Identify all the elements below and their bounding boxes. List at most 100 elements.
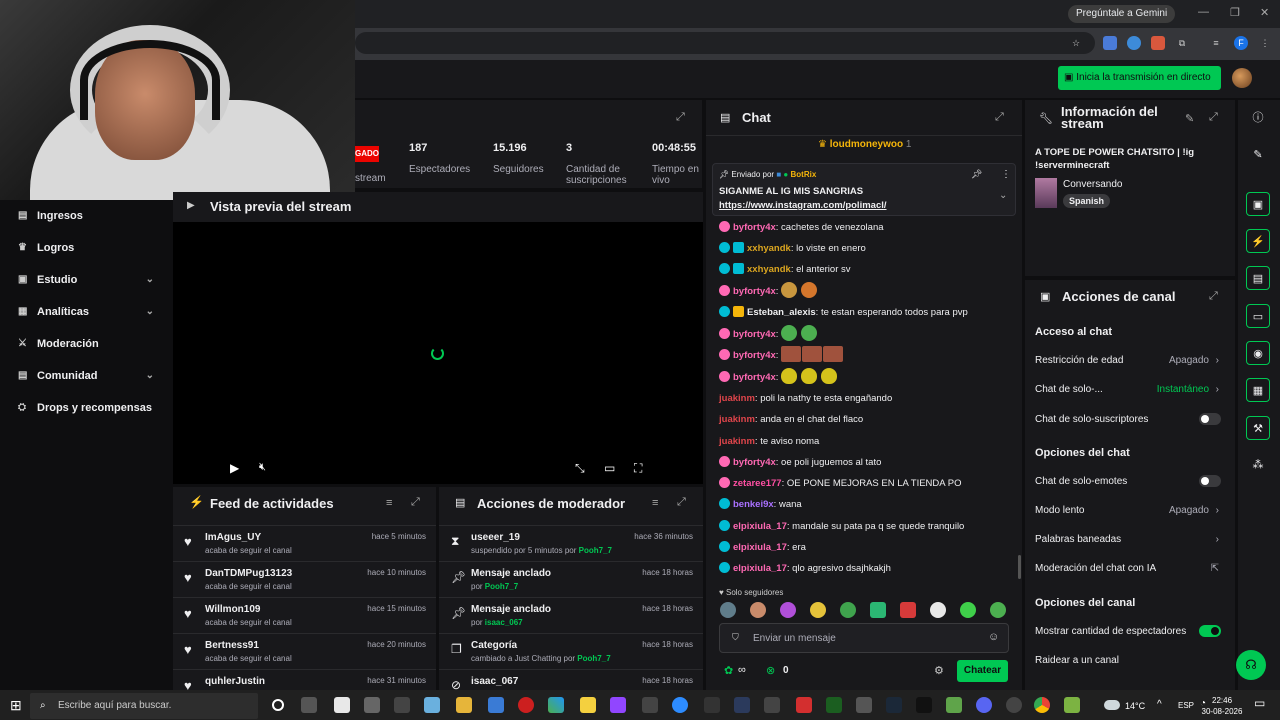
url-bar[interactable]: [355, 32, 1095, 54]
list-item[interactable]: ♥ DanTDMPug13123 acaba de seguir el canal h…: [173, 561, 436, 597]
record-icon[interactable]: ◉: [1246, 341, 1270, 365]
app-icon[interactable]: [548, 697, 564, 713]
chat-message[interactable]: xxhyandk: el anterior sv: [719, 260, 851, 280]
banned-words-row[interactable]: Palabras baneadas ›: [1035, 528, 1225, 550]
star-icon[interactable]: ☆: [1069, 36, 1083, 50]
twitch-icon[interactable]: [610, 697, 626, 713]
expand-icon[interactable]: ⤢: [1209, 111, 1218, 124]
slow-mode-row[interactable]: Modo lento Apagado ›: [1035, 499, 1225, 521]
raid-row[interactable]: Raidear a un canal: [1035, 649, 1225, 671]
zoom-icon[interactable]: [672, 697, 688, 713]
fullscreen-icon[interactable]: ⛶: [634, 461, 642, 476]
chat-send-button[interactable]: Chatear: [957, 660, 1008, 682]
app-icon[interactable]: [764, 697, 780, 713]
chat-user[interactable]: byforty4x: [733, 457, 776, 468]
steam-icon[interactable]: [886, 697, 902, 713]
more-icon[interactable]: ⋮: [1001, 169, 1011, 180]
gear-icon[interactable]: ⚙: [934, 664, 944, 677]
info-icon[interactable]: ⓘ: [1246, 106, 1270, 130]
sidebar-item-logros[interactable]: ♛ Logros: [0, 232, 170, 264]
extensions-icon[interactable]: ⁂: [1246, 453, 1270, 477]
go-live-button[interactable]: ▣ Inicia la transmisión en directo: [1058, 66, 1221, 90]
chat-input[interactable]: ⛉ Enviar un mensaje ☺: [719, 623, 1009, 653]
clock-time[interactable]: 22:46: [1212, 696, 1232, 706]
translate-icon[interactable]: [1103, 36, 1117, 50]
chat-user[interactable]: byforty4x: [733, 350, 776, 361]
chat-user[interactable]: elpixiula_17: [733, 563, 787, 574]
chat-user[interactable]: elpixiula_17: [733, 521, 787, 532]
emote-icon[interactable]: [960, 602, 976, 618]
emote-icon[interactable]: [870, 602, 886, 618]
chat-user[interactable]: byforty4x: [733, 372, 776, 383]
emote-icon[interactable]: [720, 602, 736, 618]
chat-user[interactable]: Esteban_alexis: [747, 307, 816, 318]
emote-only-toggle[interactable]: [1199, 475, 1221, 487]
emoji-icon[interactable]: ☺: [988, 631, 999, 643]
list-item[interactable]: ♥ ImAgus_UY acaba de seguir el canal hace 5…: [173, 525, 436, 561]
close-window-icon[interactable]: ✕: [1260, 6, 1269, 19]
chat-message[interactable]: byforty4x:: [719, 368, 841, 388]
discord-icon[interactable]: [976, 697, 992, 713]
chat-user[interactable]: xxhyandk: [747, 243, 791, 254]
avatar[interactable]: [1232, 68, 1252, 88]
app-icon[interactable]: [488, 697, 504, 713]
category-box-art[interactable]: [1035, 178, 1057, 208]
pinned-message[interactable]: 📌︎ Enviado por ■ ● BotRix SIGANME AL IG …: [712, 163, 1016, 216]
list-item[interactable]: ♥ Willmon109 acaba de seguir el canal hace …: [173, 597, 436, 633]
chat-message[interactable]: zetaree177: OE PONE MEJORAS EN LA TIENDA…: [719, 474, 961, 494]
mod-name[interactable]: Pooh7_7: [577, 654, 610, 663]
sidebar-item-ingresos[interactable]: ▤ Ingresos: [0, 200, 170, 232]
clock-date[interactable]: 30-08-2026: [1198, 707, 1246, 717]
folder-icon[interactable]: [456, 697, 472, 713]
emote-icon[interactable]: [780, 602, 796, 618]
show-viewers-row[interactable]: Mostrar cantidad de espectadores: [1035, 620, 1225, 642]
list-item[interactable]: 📌︎ Mensaje anclado por Pooh7_7 hace 18 hora…: [439, 561, 703, 597]
help-icon[interactable]: ☊: [1236, 650, 1266, 680]
chat-message[interactable]: juakinm: poli la nathy te esta engañando: [719, 389, 892, 409]
emote-icon[interactable]: [930, 602, 946, 618]
app-icon[interactable]: [394, 697, 410, 713]
points-icon[interactable]: ✿: [724, 664, 733, 677]
app-icon[interactable]: [856, 697, 872, 713]
app-icon[interactable]: [1064, 697, 1080, 713]
chat-message[interactable]: Esteban_alexis: te estan esperando todos…: [719, 303, 968, 323]
extension-icon[interactable]: [1127, 36, 1141, 50]
chat-user[interactable]: byforty4x: [733, 329, 776, 340]
reading-list-icon[interactable]: ≡: [1209, 36, 1223, 50]
emote-only-row[interactable]: Chat de solo-emotes: [1035, 470, 1225, 492]
cortana-icon[interactable]: [272, 699, 284, 711]
chevron-up-icon[interactable]: ^: [1157, 700, 1162, 710]
subs-only-row[interactable]: Chat de solo-suscriptores: [1035, 408, 1225, 430]
profile-icon[interactable]: F: [1234, 36, 1248, 50]
edit-icon[interactable]: ✎: [1246, 143, 1270, 167]
sidebar-item-comunidad[interactable]: ▤ Comunidad ⌄: [0, 360, 170, 392]
lightning-icon[interactable]: ⚡: [1246, 229, 1270, 253]
chat-message[interactable]: byforty4x: cachetes de venezolana: [719, 218, 884, 238]
list-item[interactable]: ⧗ useeer_19 suspendido por 5 minutos por P…: [439, 525, 703, 561]
filter-icon[interactable]: ≡: [652, 497, 658, 509]
chat-message[interactable]: elpixiula_17: era: [719, 538, 806, 558]
notes-icon[interactable]: [580, 697, 596, 713]
chat-user[interactable]: juakinm: [719, 436, 755, 447]
app-icon[interactable]: [424, 697, 440, 713]
language[interactable]: ESP: [1178, 701, 1194, 711]
extension-icon[interactable]: [1151, 36, 1165, 50]
chat-message[interactable]: juakinm: anda en el chat del flaco: [719, 410, 863, 430]
sidebar-item-analiticas[interactable]: ▦ Analíticas ⌄: [0, 296, 170, 328]
stream-preview[interactable]: [173, 192, 703, 484]
chevron-down-icon[interactable]: ⌄: [999, 190, 1007, 201]
app-icon[interactable]: [796, 697, 812, 713]
chat-user[interactable]: juakinm: [719, 393, 755, 404]
unpin-icon[interactable]: 📌︎: [971, 169, 982, 180]
opera-icon[interactable]: [518, 697, 534, 713]
emote-icon[interactable]: [990, 602, 1006, 618]
emote-icon[interactable]: [750, 602, 766, 618]
app-icon[interactable]: [334, 697, 350, 713]
top-chatter[interactable]: ♛ loudmoneywoo 1: [818, 139, 911, 150]
list-item[interactable]: ♥ quhlerJustin hace 31 minutos: [173, 669, 436, 690]
menu-icon[interactable]: ⋮: [1258, 36, 1272, 50]
app-icon[interactable]: [734, 697, 750, 713]
chat-icon[interactable]: ▭: [1246, 304, 1270, 328]
puzzle-icon[interactable]: ⧉: [1175, 36, 1189, 50]
emote-icon[interactable]: [900, 602, 916, 618]
